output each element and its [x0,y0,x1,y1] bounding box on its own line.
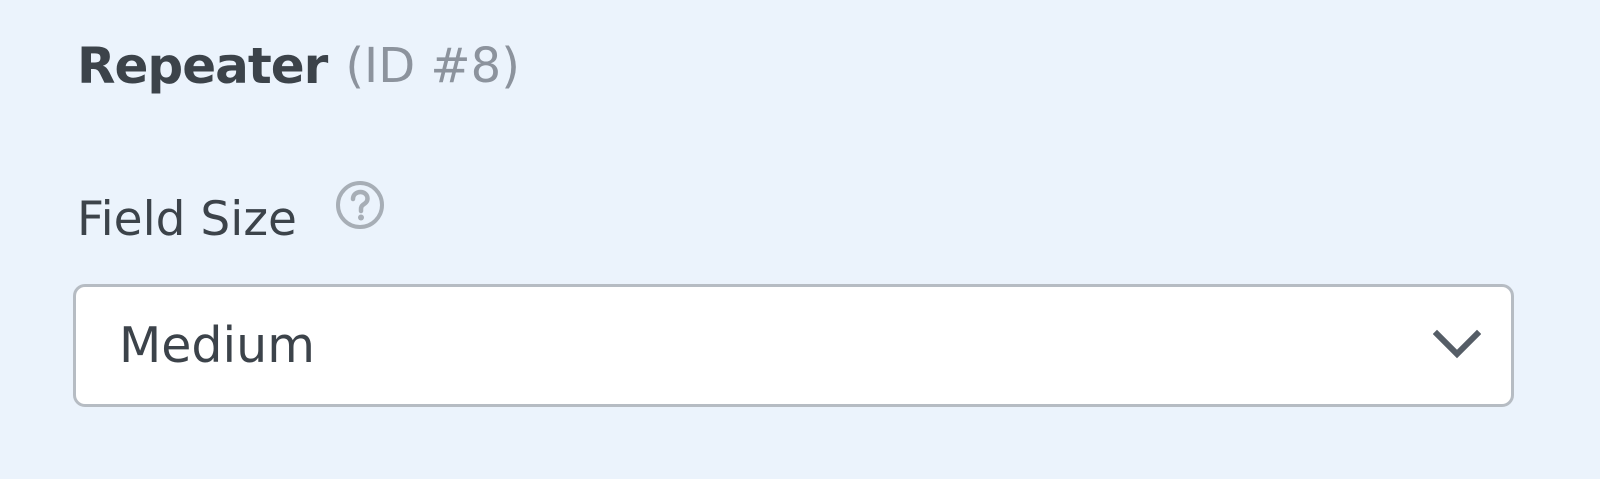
field-size-select[interactable]: Medium [73,284,1514,407]
field-size-selected-value: Medium [119,317,315,374]
field-id: (ID #8) [345,38,520,94]
field-options-panel: Repeater (ID #8) Field Size Medium [0,0,1600,479]
field-heading: Repeater (ID #8) [77,30,520,102]
question-circle-icon[interactable] [335,180,385,230]
chevron-down-icon [1433,329,1481,359]
field-size-label-row: Field Size [77,180,385,250]
field-title: Repeater [77,37,328,95]
field-size-label: Field Size [77,192,297,247]
